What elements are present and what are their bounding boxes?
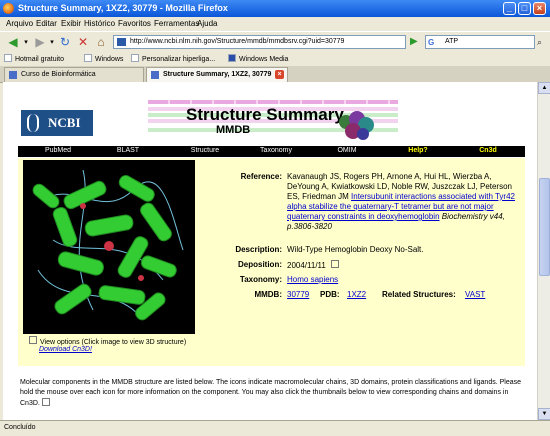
nav-structure[interactable]: Structure [183, 147, 227, 154]
pdb-link[interactable]: 1XZ2 [347, 290, 366, 300]
bookmark-personalizar[interactable]: Personalizar hiperliga... [131, 54, 215, 63]
taxonomy-label: Taxonomy: [239, 275, 282, 284]
reload-icon[interactable]: ↻ [58, 35, 72, 50]
close-tab-icon[interactable]: × [275, 70, 284, 79]
scrollbar-thumb[interactable] [539, 178, 550, 276]
maximize-button[interactable]: □ [518, 2, 531, 15]
tab-curso[interactable]: Curso de Bioinformática [4, 67, 144, 82]
deposition-expand-icon[interactable] [331, 260, 340, 268]
mmdb-label: MMDB: [254, 290, 282, 299]
structure-image[interactable] [23, 160, 195, 334]
page-icon [4, 54, 12, 62]
description-label: Description: [235, 245, 282, 254]
structure-summary-banner: Structure Summary MMDB [148, 98, 418, 146]
banner-title: Structure Summary [186, 105, 344, 124]
bookmark-windows-media[interactable]: Windows Media [228, 54, 288, 63]
description-value: Wild-Type Hemoglobin Deoxy No-Salt. [287, 245, 424, 254]
menu-ferramentas[interactable]: Ferramentas [154, 19, 199, 28]
nav-pubmed[interactable]: PubMed [38, 147, 78, 154]
taxonomy-link[interactable]: Homo sapiens [287, 275, 338, 285]
nav-taxonomy[interactable]: Taxonomy [254, 147, 298, 154]
url-text: http://www.ncbi.nlm.nih.gov/Structure/mm… [130, 38, 345, 45]
dna-icon [27, 114, 39, 132]
expand-icon[interactable] [29, 336, 37, 344]
menu-bar: Arquivo Editar Exibir Histórico Favorito… [0, 17, 550, 31]
page-content: NCBI Structure Summary MMDB PubMed BLAST… [3, 82, 537, 420]
search-value: ATP [445, 38, 459, 45]
vast-link[interactable]: VAST [465, 290, 485, 300]
deposition-value: 2004/11/11 [287, 260, 340, 271]
minimize-button[interactable]: _ [503, 2, 516, 15]
banner-ruler [148, 100, 398, 104]
reference-label: Reference: [240, 172, 282, 181]
site-favicon [117, 38, 126, 46]
vertical-scrollbar[interactable]: ▲ ▼ [537, 82, 550, 420]
google-icon[interactable]: G [428, 37, 434, 49]
ncbi-nav-strip: PubMed BLAST Structure Taxonomy OMIM Hel… [18, 146, 525, 157]
menu-ajuda[interactable]: Ajuda [197, 19, 217, 28]
deposition-label: Deposition: [238, 260, 282, 269]
search-icon[interactable]: ⌕ [537, 37, 542, 48]
menu-favoritos[interactable]: Favoritos [118, 19, 151, 28]
nav-cn3d[interactable]: Cn3d [473, 147, 503, 154]
home-icon[interactable]: ⌂ [94, 35, 108, 50]
page-icon [84, 54, 92, 62]
nav-omim[interactable]: OMIM [329, 147, 365, 154]
scroll-down-icon[interactable]: ▼ [538, 408, 550, 420]
windows-media-icon [228, 54, 236, 62]
bookmark-windows[interactable]: Windows [84, 54, 123, 63]
scroll-up-icon[interactable]: ▲ [538, 82, 550, 94]
status-text: Concluído [4, 424, 36, 431]
structure-summary-panel: View options (Click image to view 3D str… [18, 158, 525, 366]
back-dropdown-icon[interactable]: ▾ [22, 35, 30, 50]
page-icon [131, 54, 139, 62]
hemoglobin-structure-render [32, 169, 184, 321]
menu-historico[interactable]: Histórico [84, 19, 115, 28]
tab-bar: Curso de Bioinformática Structure Summar… [0, 66, 550, 83]
tab-favicon [9, 71, 17, 79]
download-cn3d-link[interactable]: Download Cn3D! [39, 346, 92, 353]
forward-dropdown-icon[interactable]: ▾ [48, 35, 56, 50]
back-icon[interactable]: ◀ [4, 35, 22, 50]
url-input[interactable]: http://www.ncbi.nlm.nih.gov/Structure/mm… [113, 35, 406, 49]
reference-value: Kavanaugh JS, Rogers PH, Arnone A, Hui H… [287, 172, 523, 232]
stop-icon[interactable]: ✕ [76, 35, 90, 50]
forward-icon[interactable]: ▶ [32, 35, 48, 50]
window-title: Structure Summary, 1XZ2, 30779 - Mozilla… [18, 3, 228, 13]
ncbi-logo[interactable]: NCBI [21, 110, 93, 136]
pdb-label: PDB: [320, 290, 340, 299]
bookmarks-toolbar: Hotmail gratuito Windows Personalizar hi… [0, 52, 550, 67]
navigation-toolbar: ◀ ▾ ▶ ▾ ↻ ✕ ⌂ http://www.ncbi.nlm.nih.go… [0, 31, 550, 54]
search-input[interactable]: G ATP [425, 35, 535, 49]
window-titlebar: Structure Summary, 1XZ2, 30779 - Mozilla… [0, 0, 550, 17]
intro-text: Molecular components in the MMDB structu… [20, 379, 522, 407]
expand-icon[interactable] [41, 398, 50, 406]
bookmark-hotmail[interactable]: Hotmail gratuito [4, 54, 64, 63]
related-structures-label: Related Structures: [382, 290, 456, 299]
view-options[interactable]: View options (Click image to view 3D str… [29, 336, 186, 346]
banner-subtitle: MMDB [216, 124, 251, 136]
firefox-icon [3, 3, 14, 14]
molecule-icon [339, 111, 374, 140]
nav-blast[interactable]: BLAST [108, 147, 148, 154]
close-window-button[interactable]: × [533, 2, 546, 15]
mmdb-link[interactable]: 30779 [287, 290, 309, 300]
go-icon[interactable]: ▶ [410, 36, 420, 48]
menu-arquivo[interactable]: Arquivo [6, 19, 33, 28]
menu-exibir[interactable]: Exibir [61, 19, 81, 28]
status-bar: Concluído [0, 420, 550, 436]
nav-help[interactable]: Help? [400, 147, 436, 154]
tab-favicon [151, 71, 159, 79]
tab-structure-summary[interactable]: Structure Summary, 1XZ2, 30779 × [146, 67, 288, 83]
menu-editar[interactable]: Editar [36, 19, 57, 28]
